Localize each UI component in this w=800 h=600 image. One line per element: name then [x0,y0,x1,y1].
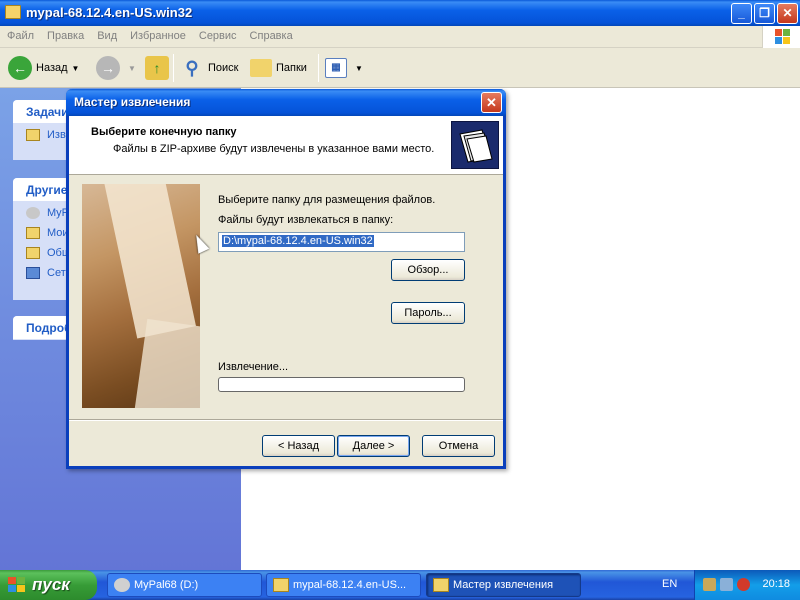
search-label: Поиск [208,62,239,74]
wizard-side-image [82,184,200,408]
security-alert-icon[interactable] [737,578,750,591]
wizard-header: Выберите конечную папку Файлы в ZIP-архи… [69,116,503,175]
menu-edit[interactable]: Правка [40,26,90,42]
wizard-title: Мастер извлечения [74,95,191,109]
folder-icon [26,129,40,141]
extract-task-label: Изв [47,129,66,141]
menu-file[interactable]: Файл [0,26,40,42]
wizard-titlebar[interactable]: Мастер извлечения ✕ [66,89,506,116]
menu-help[interactable]: Справка [243,26,299,42]
chevron-down-icon[interactable]: ▼ [355,64,363,73]
other-place-label: Сет [47,267,66,279]
choose-folder-label: Выберите папку для размещения файлов. [218,194,436,206]
drive-icon [26,207,40,219]
cancel-button[interactable]: Отмена [422,435,495,457]
menu-tools[interactable]: Сервис [192,26,243,42]
taskbar-item-extraction-wizard[interactable]: Мастер извлечения [426,573,581,597]
zip-folder-icon [433,578,449,592]
folders-button[interactable]: Папки [250,54,307,82]
taskbar-item-label: mypal-68.12.4.en-US... [293,579,407,591]
wizard-header-title: Выберите конечную папку [91,126,237,138]
minimize-button[interactable]: _ [731,3,752,24]
safely-remove-hardware-icon[interactable] [703,578,716,591]
network-icon[interactable] [720,578,733,591]
windows-logo [762,26,800,48]
maximize-button[interactable]: ❐ [754,3,775,24]
browse-button[interactable]: Обзор... [391,259,465,281]
back-button[interactable]: ← Назад ▼ [8,54,79,82]
next-button[interactable]: Далее > [337,435,410,457]
drive-icon [114,578,130,592]
windows-flag-icon [8,577,26,593]
back-arrow-icon: ← [8,56,32,80]
taskbar: пуск MyPal68 (D:) mypal-68.12.4.en-US...… [0,570,800,600]
back-button[interactable]: < Назад [262,435,335,457]
start-label: пуск [32,575,70,594]
search-button[interactable]: ⚲ Поиск [180,54,238,82]
menu-view[interactable]: Вид [90,26,123,42]
wizard-header-subtitle: Файлы в ZIP-архиве будут извлечены в ука… [113,143,435,155]
taskbar-item-label: MyPal68 (D:) [134,579,199,591]
shared-folder-icon [26,247,40,259]
extracting-label: Извлечение... [218,361,289,373]
documents-icon [26,227,40,239]
taskbar-item-zip-folder[interactable]: mypal-68.12.4.en-US... [266,573,421,597]
clock: 20:18 [762,578,790,590]
toolbar-separator [173,54,174,82]
up-folder-button[interactable]: ↑ [145,54,173,82]
views-icon: ▦ [325,58,347,78]
zip-folder-icon [273,578,289,592]
language-indicator[interactable]: EN [662,578,677,590]
menu-favorites[interactable]: Избранное [123,26,192,42]
windows-flag-icon [775,29,791,45]
destination-path-input[interactable]: D:\mypal-68.12.4.en-US.win32 [218,232,465,252]
start-button[interactable]: пуск [0,570,97,600]
explorer-titlebar[interactable]: mypal-68.12.4.en-US.win32 _ ❐ ✕ [0,0,800,26]
wizard-separator [69,419,503,421]
forward-button[interactable]: → ▼ [96,54,136,82]
extract-to-label: Файлы будут извлекаться в папку: [218,214,394,226]
up-folder-icon: ↑ [145,56,169,80]
toolbar: ← Назад ▼ → ▼ ↑ ⚲ Поиск Папки ▦ ▼ [0,48,800,88]
menu-bar: Файл Правка Вид Избранное Сервис Справка [0,26,800,48]
wizard-close-button[interactable]: ✕ [481,92,502,113]
close-button[interactable]: ✕ [777,3,798,24]
chevron-down-icon[interactable]: ▼ [72,64,80,73]
destination-path-value: D:\mypal-68.12.4.en-US.win32 [222,235,374,247]
network-icon [26,267,40,279]
taskbar-item-mypal-drive[interactable]: MyPal68 (D:) [107,573,262,597]
folders-icon [250,59,272,77]
password-button[interactable]: Пароль... [391,302,465,324]
extraction-progress-bar [218,377,465,392]
back-label: Назад [36,62,68,74]
system-tray: 20:18 [694,570,800,600]
taskbar-item-label: Мастер извлечения [453,579,554,591]
search-icon: ⚲ [185,58,199,78]
toolbar-separator [318,54,319,82]
folders-icon [451,121,499,169]
views-button[interactable]: ▦ ▼ [325,54,363,82]
folders-label: Папки [276,62,307,74]
chevron-down-icon[interactable]: ▼ [128,64,136,73]
explorer-title: mypal-68.12.4.en-US.win32 [26,5,193,20]
folder-icon [5,5,21,19]
extraction-wizard-dialog: Мастер извлечения ✕ Выберите конечную па… [66,89,506,469]
forward-arrow-icon: → [96,56,120,80]
